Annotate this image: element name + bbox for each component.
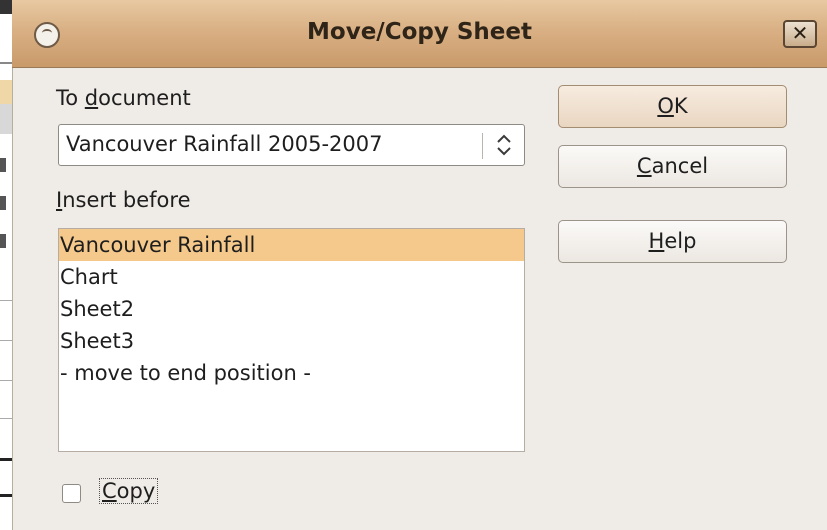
bg-grid-line bbox=[0, 458, 12, 461]
cancel-button[interactable]: Cancel bbox=[558, 145, 787, 188]
list-item[interactable]: Sheet3 bbox=[59, 325, 524, 357]
bg-text-fragment bbox=[0, 158, 6, 172]
bg-grid-line bbox=[0, 62, 12, 64]
move-copy-sheet-dialog: Move/Copy Sheet ✕ To document Vancouver … bbox=[12, 0, 827, 530]
list-item[interactable]: Vancouver Rainfall bbox=[59, 229, 524, 261]
select-separator bbox=[482, 133, 483, 159]
dialog-body: To document Vancouver Rainfall 2005-2007… bbox=[12, 68, 827, 530]
bg-grid-line bbox=[0, 494, 12, 497]
bg-grid-line bbox=[0, 300, 12, 301]
ok-button[interactable]: OK bbox=[558, 85, 787, 128]
bg-cell bbox=[0, 104, 12, 134]
copy-label[interactable]: Copy bbox=[99, 478, 159, 504]
background-spreadsheet-edge bbox=[0, 0, 12, 530]
bg-text-fragment bbox=[0, 234, 6, 248]
insert-before-list[interactable]: Vancouver Rainfall Chart Sheet2 Sheet3 -… bbox=[58, 228, 525, 452]
bg-grid-line bbox=[0, 380, 12, 381]
list-item[interactable]: Sheet2 bbox=[59, 293, 524, 325]
bg-toolbar-edge bbox=[0, 0, 12, 14]
list-item[interactable]: Chart bbox=[59, 261, 524, 293]
bg-grid-line bbox=[0, 340, 12, 341]
to-document-value: Vancouver Rainfall 2005-2007 bbox=[66, 132, 383, 156]
title-bar[interactable]: Move/Copy Sheet ✕ bbox=[12, 0, 827, 68]
close-button[interactable]: ✕ bbox=[783, 20, 817, 48]
to-document-select[interactable]: Vancouver Rainfall 2005-2007 bbox=[58, 124, 525, 166]
bg-text-fragment bbox=[0, 196, 6, 210]
list-item[interactable]: - move to end position - bbox=[59, 357, 524, 389]
insert-before-label: Insert before bbox=[56, 188, 191, 212]
to-document-label: To document bbox=[56, 86, 191, 110]
spin-arrows-icon[interactable] bbox=[492, 129, 516, 161]
bg-grid-line bbox=[0, 418, 12, 419]
dialog-title: Move/Copy Sheet bbox=[307, 19, 532, 45]
help-button[interactable]: Help bbox=[558, 220, 787, 263]
copy-checkbox[interactable] bbox=[62, 484, 81, 503]
bg-highlight bbox=[0, 80, 12, 104]
